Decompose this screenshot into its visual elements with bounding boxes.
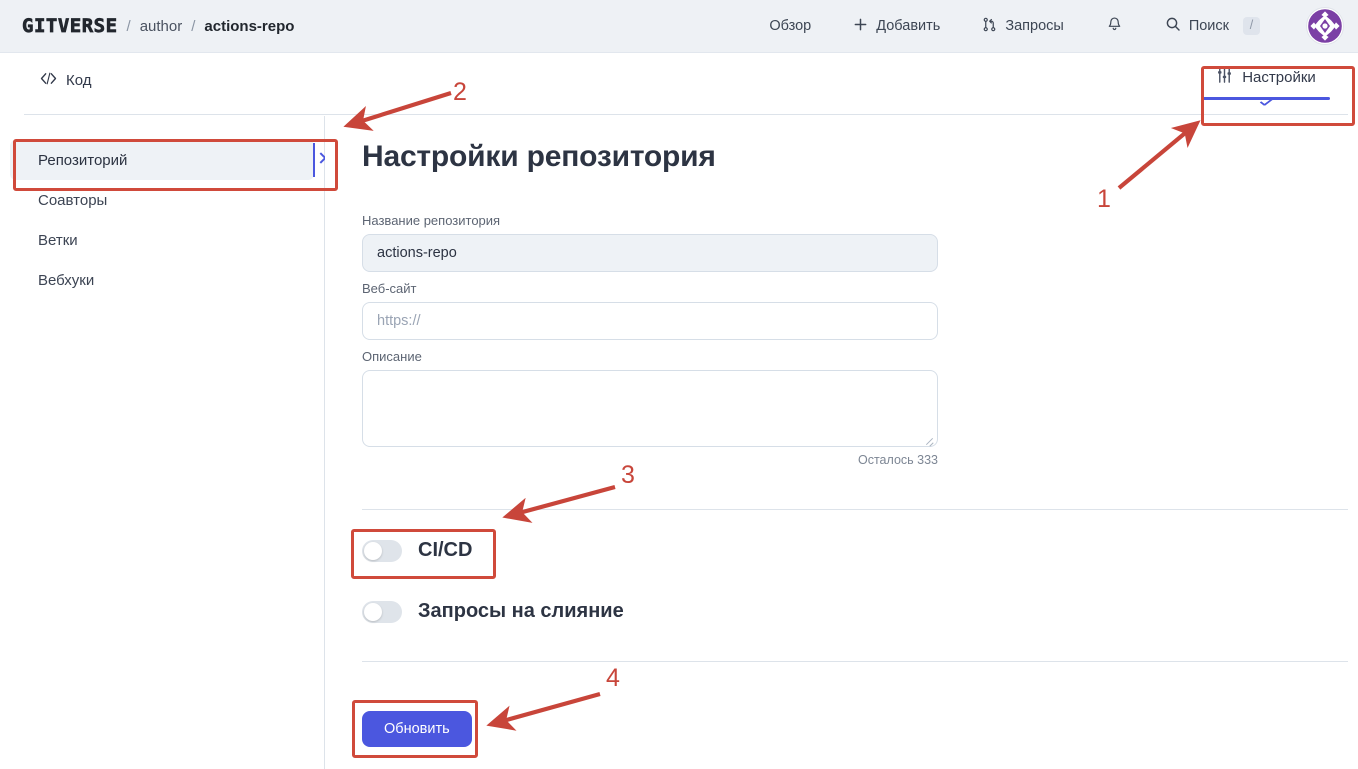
pull-request-icon bbox=[982, 17, 997, 36]
code-icon bbox=[40, 71, 57, 90]
merge-requests-toggle-label: Запросы на слияние bbox=[418, 600, 624, 622]
page-title: Настройки репозитория bbox=[362, 140, 716, 173]
update-button[interactable]: Обновить bbox=[362, 711, 472, 747]
search-shortcut-badge: / bbox=[1243, 17, 1260, 35]
website-input[interactable] bbox=[362, 302, 938, 340]
sidebar-item-label: Репозиторий bbox=[38, 151, 128, 169]
characters-remaining: Осталось 333 bbox=[858, 453, 938, 467]
bell-icon bbox=[1106, 16, 1123, 37]
cicd-toggle[interactable] bbox=[362, 539, 402, 562]
search-label: Поиск bbox=[1188, 18, 1229, 34]
nav-item-overview[interactable]: Обзор bbox=[759, 12, 821, 40]
breadcrumb-separator-1: / bbox=[126, 17, 131, 35]
toggle-row-cicd: CI/CD bbox=[362, 539, 472, 562]
app-root: GITVERSE / author / actions-repo Обзор Д… bbox=[0, 0, 1358, 769]
main-content: Настройки репозитория Название репозитор… bbox=[325, 116, 1358, 769]
tab-code[interactable]: Код bbox=[40, 71, 92, 90]
sidebar-item-label: Соавторы bbox=[38, 191, 108, 209]
nav-item-pull-requests[interactable]: Запросы bbox=[972, 11, 1073, 42]
nav-overview-label: Обзор bbox=[769, 18, 812, 34]
tab-settings-label: Настройки bbox=[1242, 69, 1316, 86]
sidebar-item-collaborators[interactable]: Соавторы bbox=[10, 180, 314, 220]
tab-settings-active-underline bbox=[1202, 95, 1330, 107]
divider-bottom bbox=[362, 661, 1348, 662]
sidebar-item-webhooks[interactable]: Вебхуки bbox=[10, 260, 314, 300]
breadcrumb: GITVERSE / author / actions-repo bbox=[22, 15, 295, 38]
search-icon bbox=[1165, 16, 1181, 36]
sidebar-item-repository[interactable]: Репозиторий bbox=[10, 140, 327, 180]
breadcrumb-owner[interactable]: author bbox=[140, 18, 183, 35]
search-box[interactable]: Поиск / bbox=[1155, 10, 1270, 42]
description-field-label: Описание bbox=[362, 349, 422, 364]
gitverse-logo[interactable]: GITVERSE bbox=[22, 15, 118, 38]
name-field-label: Название репозитория bbox=[362, 213, 501, 228]
top-nav: Обзор Добавить Запросы Поиск / bbox=[759, 7, 1358, 45]
repo-tab-row: Код Настройки bbox=[0, 53, 1358, 115]
nav-add-label: Добавить bbox=[876, 18, 941, 34]
toggle-row-merge-requests: Запросы на слияние bbox=[362, 600, 624, 623]
breadcrumb-repo[interactable]: actions-repo bbox=[204, 18, 294, 35]
plus-icon bbox=[853, 17, 868, 36]
repository-name-input[interactable] bbox=[362, 234, 938, 272]
tab-code-label: Код bbox=[66, 72, 92, 89]
settings-sidebar: Репозиторий Соавторы Ветки Вебхуки bbox=[0, 116, 327, 769]
cicd-toggle-label: CI/CD bbox=[418, 539, 473, 561]
sidebar-active-accent bbox=[312, 143, 315, 177]
divider-top bbox=[362, 509, 1348, 510]
top-header: GITVERSE / author / actions-repo Обзор Д… bbox=[0, 0, 1358, 53]
merge-requests-toggle[interactable] bbox=[362, 600, 402, 623]
nav-item-notifications[interactable] bbox=[1096, 10, 1133, 43]
nav-item-add[interactable]: Добавить bbox=[843, 11, 950, 42]
repository-settings-form: Название репозитория Веб-сайт Описание О… bbox=[362, 213, 938, 467]
description-textarea[interactable] bbox=[362, 370, 938, 447]
tab-settings[interactable]: Настройки bbox=[1192, 67, 1340, 107]
website-field-label: Веб-сайт bbox=[362, 281, 417, 296]
sidebar-item-branches[interactable]: Ветки bbox=[10, 220, 314, 260]
breadcrumb-separator-2: / bbox=[191, 17, 196, 35]
sliders-icon bbox=[1216, 67, 1233, 88]
sidebar-item-label: Вебхуки bbox=[38, 271, 95, 289]
nav-pull-requests-label: Запросы bbox=[1005, 18, 1064, 34]
sidebar-item-label: Ветки bbox=[38, 231, 78, 249]
tab-row-divider bbox=[24, 114, 1348, 115]
avatar[interactable] bbox=[1306, 7, 1344, 45]
